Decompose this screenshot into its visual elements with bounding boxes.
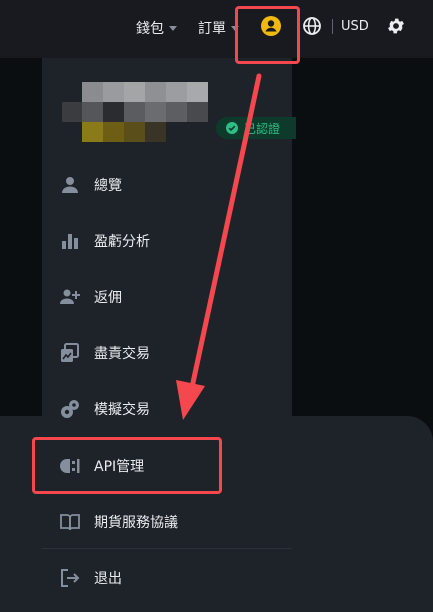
menu-label: 期貨服務協議 [94, 515, 178, 531]
wallet-menu[interactable]: 錢包 [136, 18, 177, 38]
book-icon [60, 514, 80, 531]
menu-item-duty-trading[interactable]: 盡責交易 [42, 331, 292, 375]
menu-label: 返佣 [94, 290, 122, 306]
annotation-highlight-user-icon [235, 6, 300, 64]
verified-badge: 已認證 [216, 117, 296, 139]
gear-icon[interactable] [386, 16, 406, 36]
menu-label: 總覽 [94, 178, 122, 194]
check-shield-icon [226, 122, 238, 134]
menu-item-futures-agreement[interactable]: 期貨服務協議 [42, 500, 292, 544]
trade-icon [61, 343, 79, 362]
caret-down-icon [169, 25, 177, 31]
menu-item-pnl-analysis[interactable]: 盈虧分析 [42, 219, 292, 263]
menu-separator [42, 548, 292, 549]
menu-label: 盡責交易 [94, 346, 150, 362]
menu-label: 模擬交易 [94, 402, 150, 418]
pixelated-account-info [62, 82, 208, 142]
top-nav-bar: 錢包 訂單 USD [0, 0, 433, 58]
orders-menu[interactable]: 訂單 [198, 18, 239, 38]
coins-icon [61, 400, 79, 418]
user-dropdown-menu: 已認證 總覽 盈虧分析 返佣 盡責交易 模擬交易 API管理 期貨服務協議 退出 [42, 58, 296, 606]
menu-label: 盈虧分析 [94, 234, 150, 250]
wallet-label: 錢包 [136, 21, 164, 37]
menu-item-overview[interactable]: 總覽 [42, 163, 292, 207]
menu-label: 退出 [94, 571, 122, 587]
logout-icon [61, 569, 80, 587]
menu-item-logout[interactable]: 退出 [42, 556, 292, 600]
orders-label: 訂單 [198, 21, 226, 37]
menu-item-referral[interactable]: 返佣 [42, 275, 292, 319]
menu-item-demo-trading[interactable]: 模擬交易 [42, 387, 292, 431]
nav-divider [332, 19, 333, 34]
annotation-highlight-api-item [32, 437, 222, 494]
add-user-icon [60, 289, 80, 304]
user-icon [62, 177, 78, 193]
currency-selector[interactable]: USD [341, 19, 369, 34]
bar-chart-icon [62, 234, 78, 249]
globe-icon[interactable] [303, 17, 321, 35]
verified-label: 已認證 [244, 121, 281, 136]
